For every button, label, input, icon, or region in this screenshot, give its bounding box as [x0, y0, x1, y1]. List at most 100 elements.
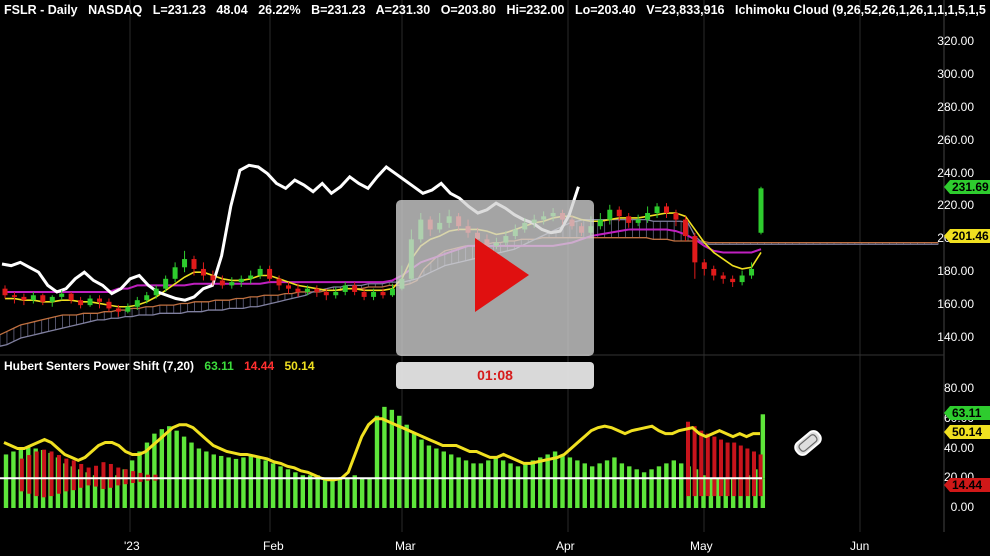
candle-body	[654, 206, 660, 214]
power-green-base	[315, 478, 320, 508]
power-red-bar	[49, 451, 54, 479]
candle-body	[200, 268, 206, 276]
power-green-base	[604, 478, 610, 508]
power-red-bar	[686, 478, 690, 497]
power-red-bar	[738, 478, 743, 497]
candle-body	[758, 188, 764, 233]
candle-body	[2, 288, 8, 296]
candle-body	[295, 288, 301, 292]
candle-body	[673, 213, 679, 220]
power-green-bar	[434, 448, 439, 479]
video-timer: 01:08	[396, 362, 594, 389]
candle-body	[276, 278, 282, 286]
power-red-bar	[101, 462, 106, 479]
power-green-base	[367, 478, 372, 508]
power-red-bar	[71, 460, 76, 479]
power-green-base	[641, 478, 647, 508]
power-green-base	[211, 478, 216, 508]
power-green-base	[152, 478, 157, 508]
time-tick-label: Feb	[263, 539, 284, 553]
power-shift-indicator	[0, 406, 766, 508]
power-red-bar	[86, 478, 91, 486]
power-green-bar	[508, 463, 513, 479]
candle-body	[49, 296, 55, 302]
power-red-bar	[42, 449, 47, 479]
candle-body	[210, 275, 216, 281]
power-red-bar	[758, 478, 763, 497]
candle	[267, 265, 273, 283]
candle	[682, 216, 688, 241]
candle-body	[342, 285, 348, 292]
power-green-bar	[604, 460, 610, 479]
power-green-bar	[374, 415, 380, 479]
price-tick-label: 320.00	[937, 34, 974, 48]
power-red-bar	[19, 458, 24, 479]
candle-body	[389, 288, 395, 296]
power-red-bar	[692, 426, 697, 479]
candle	[182, 250, 188, 273]
power-red-bar	[738, 445, 743, 479]
power-green-bar	[456, 457, 461, 479]
price-tick-label: 220.00	[937, 198, 974, 213]
power-green-base	[374, 478, 380, 508]
candle	[68, 291, 74, 304]
power-green-bar	[463, 460, 469, 479]
indicator-header: Hubert Senters Power Shift (7,20) 63.11 …	[4, 359, 322, 373]
power-red-bar	[71, 478, 76, 491]
candle-body	[286, 285, 291, 289]
indicator-value-red: 14.44	[244, 359, 275, 373]
power-green-base	[322, 478, 328, 508]
indicator-value-green: 63.11	[204, 359, 234, 373]
candle	[229, 277, 235, 289]
power-green-base	[352, 478, 357, 508]
power-green-base	[278, 478, 283, 508]
power-green-bar	[656, 466, 662, 479]
power-green-base	[241, 478, 246, 508]
candle	[30, 291, 36, 304]
power-red-bar	[725, 478, 730, 497]
cloud-price-tag: 201.46	[944, 229, 990, 243]
power-red-bar	[42, 478, 47, 498]
candle-body	[21, 296, 27, 301]
power-green-bar	[189, 442, 194, 479]
candle-body	[182, 259, 188, 268]
power-green-base	[248, 478, 254, 508]
power-green-base	[463, 478, 469, 508]
candle-body	[78, 300, 84, 306]
power-green-base	[11, 478, 16, 508]
candle-body	[238, 278, 244, 283]
power-green-base	[426, 478, 432, 508]
candle-body	[645, 213, 651, 220]
power-green-base	[560, 478, 565, 508]
power-green-bar	[634, 469, 639, 479]
power-green-bar	[152, 433, 157, 479]
price-tick-label: 280.00	[937, 99, 974, 114]
candle-body	[682, 219, 688, 237]
power-green-base	[523, 478, 528, 508]
power-green-base	[308, 478, 313, 508]
candlesticks	[2, 186, 764, 317]
power-green-bar	[411, 433, 417, 479]
price-tick-label: 300.00	[937, 66, 974, 81]
power-green-bar	[649, 469, 654, 479]
candle-body	[134, 300, 140, 307]
power-red-bar	[79, 478, 84, 488]
power-green-base	[589, 478, 595, 508]
power-green-base	[300, 478, 305, 508]
power-green-bar	[449, 454, 454, 479]
play-icon[interactable]	[475, 238, 529, 312]
power-red-bar	[27, 455, 32, 479]
candle-body	[701, 262, 707, 269]
power-red-bar	[116, 467, 121, 479]
candle	[40, 293, 46, 306]
power-green-base	[634, 478, 639, 508]
power-green-bar	[523, 463, 528, 479]
time-tick-label: '23	[124, 539, 140, 553]
power-red-bar	[752, 478, 756, 497]
candle-body	[97, 298, 102, 302]
power-red-bar	[745, 478, 750, 497]
candle-body	[87, 298, 93, 306]
candle-body	[711, 268, 717, 276]
candle	[78, 296, 84, 309]
indicator-tick-label: 40.00	[943, 440, 974, 455]
